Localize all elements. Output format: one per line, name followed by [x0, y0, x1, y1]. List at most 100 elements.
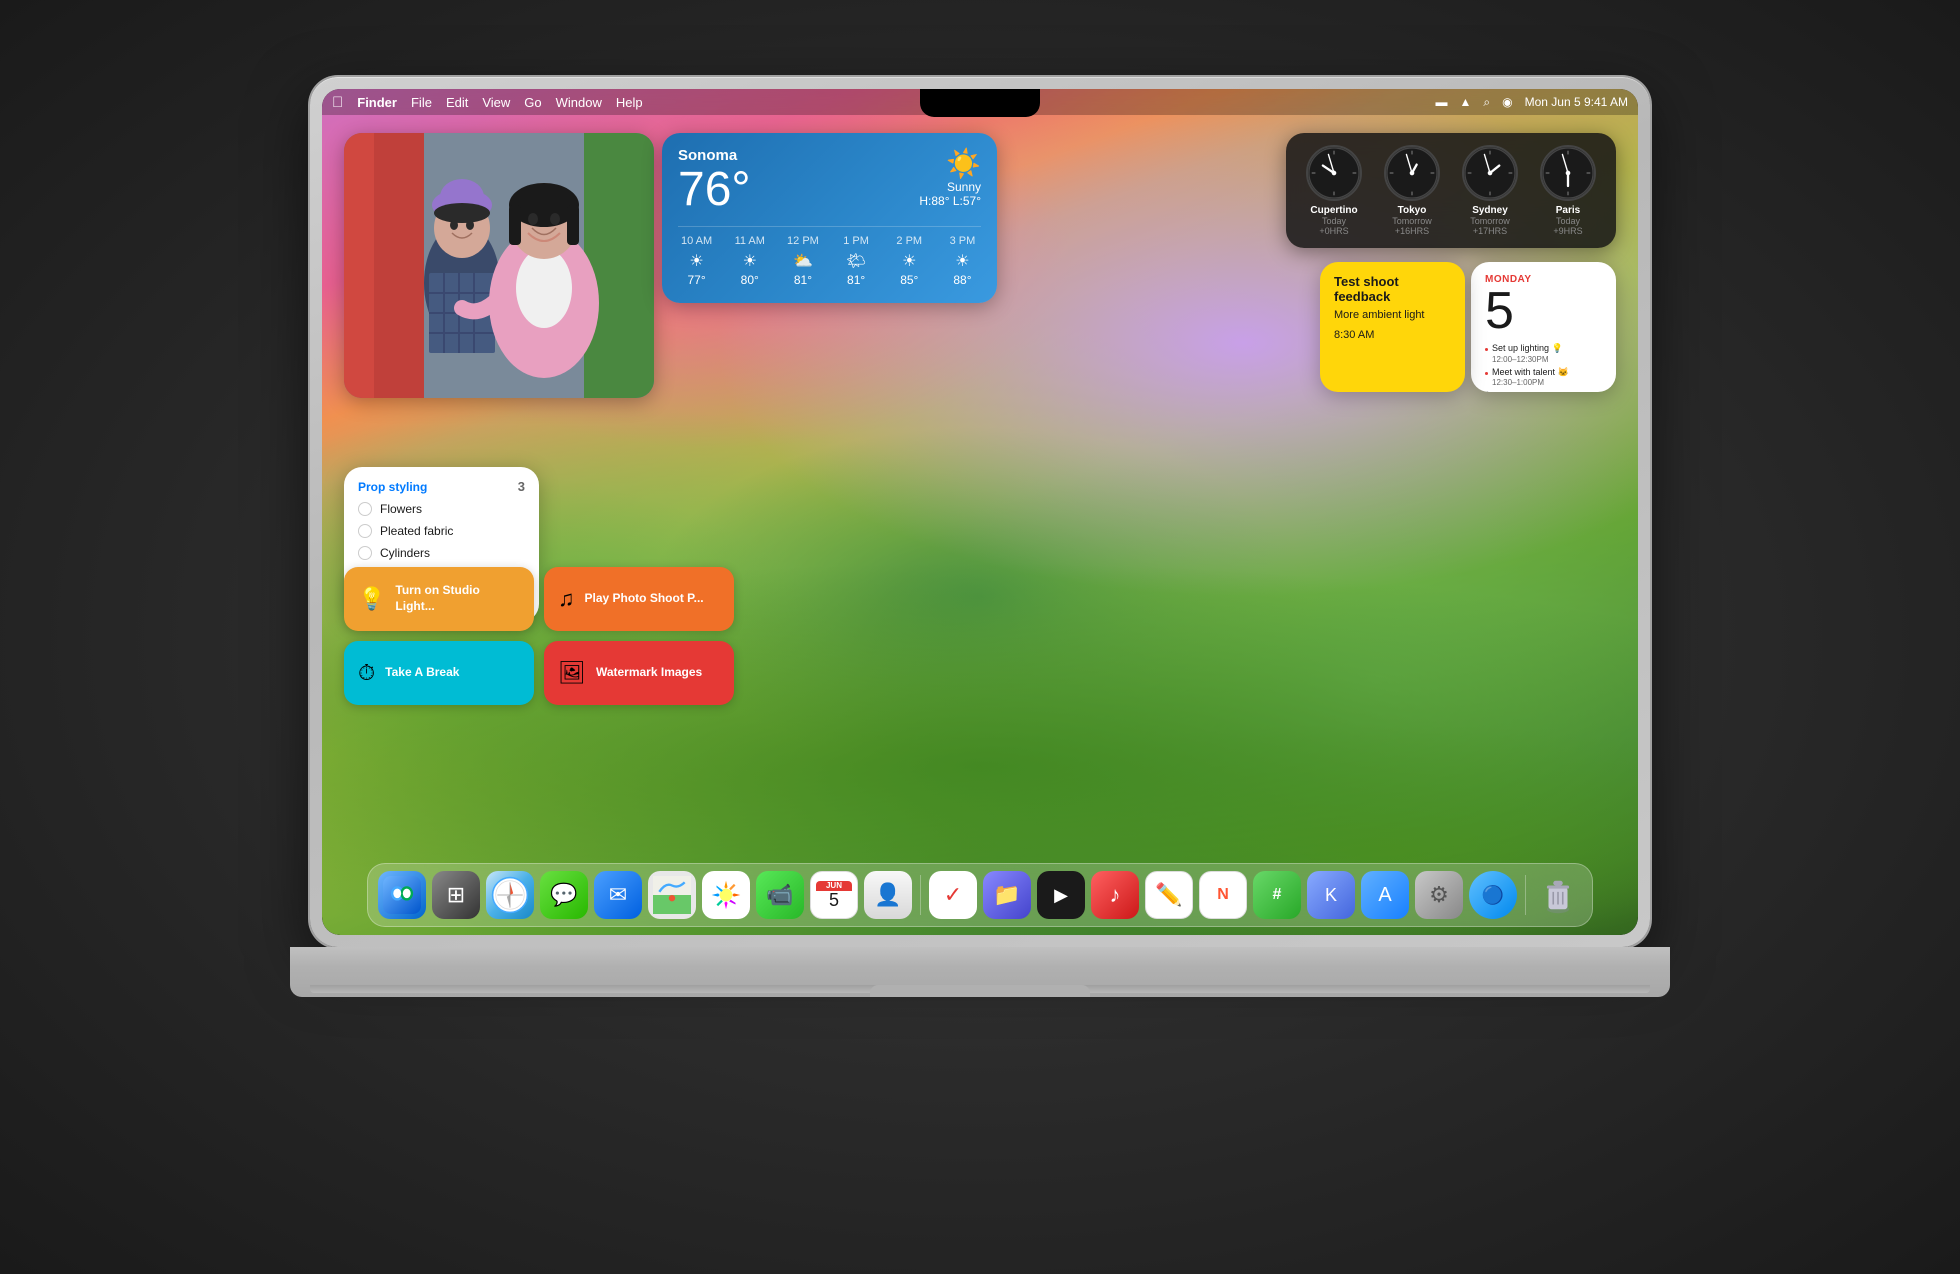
- weather-temp: 76°: [678, 166, 751, 214]
- dock-divider: [920, 875, 921, 915]
- shortcut-label-break: Take A Break: [385, 665, 459, 681]
- notch: [920, 89, 1040, 117]
- forecast-11am: 11 AM ☀ 80°: [731, 235, 768, 287]
- clock-offset-sydney: +17HRS: [1473, 226, 1507, 236]
- macbook-base: [290, 947, 1670, 997]
- datetime: Mon Jun 5 9:41 AM: [1525, 95, 1628, 109]
- condition-text: Sunny: [947, 180, 981, 194]
- clock-tz-tokyo: Tomorrow: [1392, 216, 1432, 226]
- menu-window[interactable]: Window: [556, 95, 602, 110]
- dock: ⊞ 💬 ✉: [367, 863, 1593, 927]
- clock-svg-paris: [1542, 147, 1594, 199]
- menu-finder[interactable]: Finder: [357, 95, 397, 110]
- forecast-3pm: 3 PM ☀ 88°: [944, 235, 981, 287]
- dock-divider-2: [1525, 875, 1526, 915]
- cal-event-title-2: Meet with talent 🐱: [1492, 367, 1569, 379]
- clock-tz-paris: Today: [1556, 216, 1580, 226]
- dock-files[interactable]: 📁: [983, 871, 1031, 919]
- cal-event-time-2: 12:30–1:00PM: [1492, 378, 1569, 387]
- dock-calendar[interactable]: JUN 5: [810, 871, 858, 919]
- reminders-header: Prop styling 3: [358, 479, 525, 494]
- menubar-left:  Finder File Edit View Go Window Help: [332, 94, 643, 111]
- shortcut-icon-watermark: 🖼: [558, 660, 586, 686]
- dock-facetime[interactable]: 📹: [756, 871, 804, 919]
- reminders-count: 3: [518, 479, 525, 494]
- shortcut-studio-light[interactable]: 💡 Turn on Studio Light...: [344, 567, 534, 631]
- photo-svg: [344, 133, 654, 398]
- menu-help[interactable]: Help: [616, 95, 643, 110]
- shortcut-break[interactable]: ⏱ Take A Break: [344, 641, 534, 705]
- widget-photos[interactable]: [344, 133, 654, 398]
- shortcut-watermark[interactable]: 🖼 Watermark Images: [544, 641, 734, 705]
- notes-time: 8:30 AM: [1334, 329, 1451, 341]
- dock-messages[interactable]: 💬: [540, 871, 588, 919]
- widget-clocks[interactable]: Cupertino Today +0HRS: [1286, 133, 1616, 248]
- clock-svg-cupertino: [1308, 147, 1360, 199]
- sun-icon: ☀️: [919, 147, 981, 180]
- notes-title: Test shoot feedback: [1334, 274, 1451, 304]
- battery-icon: ▬: [1435, 95, 1447, 109]
- forecast-10am: 10 AM ☀ 77°: [678, 235, 715, 287]
- dock-numbers[interactable]: #: [1253, 871, 1301, 919]
- menu-view[interactable]: View: [482, 95, 510, 110]
- dock-finder[interactable]: [378, 871, 426, 919]
- dock-news[interactable]: N: [1199, 871, 1247, 919]
- widget-calendar[interactable]: MONDAY 5 Set up lighting 💡 12:00–12:30PM: [1471, 262, 1616, 392]
- cal-event-1: Set up lighting 💡 12:00–12:30PM: [1485, 343, 1602, 364]
- shortcut-photo-playlist[interactable]: ♫ Play Photo Shoot P...: [544, 567, 734, 631]
- widget-notes[interactable]: Test shoot feedback More ambient light 8…: [1320, 262, 1465, 392]
- clock-city-cupertino: Cupertino: [1310, 205, 1357, 216]
- clock-paris: Paris Today +9HRS: [1534, 145, 1602, 236]
- widget-weather[interactable]: Sonoma 76° ☀️ Sunny H:88° L:57° 10: [662, 133, 997, 303]
- search-icon[interactable]: ⌕: [1483, 95, 1490, 110]
- apple-menu[interactable]: : [332, 94, 343, 111]
- clock-offset-paris: +9HRS: [1553, 226, 1582, 236]
- siri-icon[interactable]: ◉: [1502, 95, 1512, 109]
- reminder-circle-3: [358, 546, 372, 560]
- reminder-text-3: Cylinders: [380, 546, 430, 560]
- desktop[interactable]:  Finder File Edit View Go Window Help ▬…: [322, 89, 1638, 935]
- dock-reminders[interactable]: ✓: [929, 871, 977, 919]
- clock-svg-tokyo: [1386, 147, 1438, 199]
- dock-music[interactable]: ♪: [1091, 871, 1139, 919]
- dock-maps[interactable]: [648, 871, 696, 919]
- cal-event-2: Meet with talent 🐱 12:30–1:00PM: [1485, 367, 1602, 388]
- shortcut-icon-music: ♫: [558, 586, 575, 612]
- clock-city-sydney: Sydney: [1472, 205, 1508, 216]
- clock-face-tokyo: [1384, 145, 1440, 201]
- cal-event-dot-1: [1485, 348, 1488, 351]
- reminder-text-2: Pleated fabric: [380, 524, 453, 538]
- reminder-2: Pleated fabric: [358, 524, 525, 538]
- menu-edit[interactable]: Edit: [446, 95, 468, 110]
- dock-appletv[interactable]: ▶: [1037, 871, 1085, 919]
- clock-offset-tokyo: +16HRS: [1395, 226, 1429, 236]
- shortcut-icon-light: 💡: [358, 586, 385, 612]
- reminder-1: Flowers: [358, 502, 525, 516]
- dock-trash[interactable]: [1534, 871, 1582, 919]
- menu-file[interactable]: File: [411, 95, 432, 110]
- dock-safari[interactable]: [486, 871, 534, 919]
- shortcut-label-music: Play Photo Shoot P...: [585, 591, 704, 607]
- menubar-right: ▬ ▲ ⌕ ◉ Mon Jun 5 9:41 AM: [1435, 95, 1628, 110]
- clock-sydney: Sydney Tomorrow +17HRS: [1456, 145, 1524, 236]
- cal-date: 5: [1485, 285, 1602, 337]
- clock-tz-sydney: Tomorrow: [1470, 216, 1510, 226]
- shortcut-icon-break: ⏱: [358, 660, 375, 686]
- dock-photos[interactable]: [702, 871, 750, 919]
- dock-launchpad[interactable]: ⊞: [432, 871, 480, 919]
- dock-freeform[interactable]: ✏️: [1145, 871, 1193, 919]
- menu-go[interactable]: Go: [524, 95, 541, 110]
- macbook-notch-base: [870, 985, 1090, 997]
- dock-mail[interactable]: ✉: [594, 871, 642, 919]
- forecast-1pm: 1 PM 🌤 81°: [838, 235, 875, 287]
- dock-finder-2[interactable]: 🔵: [1469, 871, 1517, 919]
- dock-appstore[interactable]: A: [1361, 871, 1409, 919]
- shortcut-label-watermark: Watermark Images: [596, 665, 702, 681]
- photo-placeholder: [344, 133, 654, 398]
- dock-system-prefs[interactable]: ⚙: [1415, 871, 1463, 919]
- dock-contacts[interactable]: 👤: [864, 871, 912, 919]
- clock-offset-cupertino: +0HRS: [1319, 226, 1348, 236]
- reminder-text-1: Flowers: [380, 502, 422, 516]
- dock-keynote[interactable]: K: [1307, 871, 1355, 919]
- clock-cupertino: Cupertino Today +0HRS: [1300, 145, 1368, 236]
